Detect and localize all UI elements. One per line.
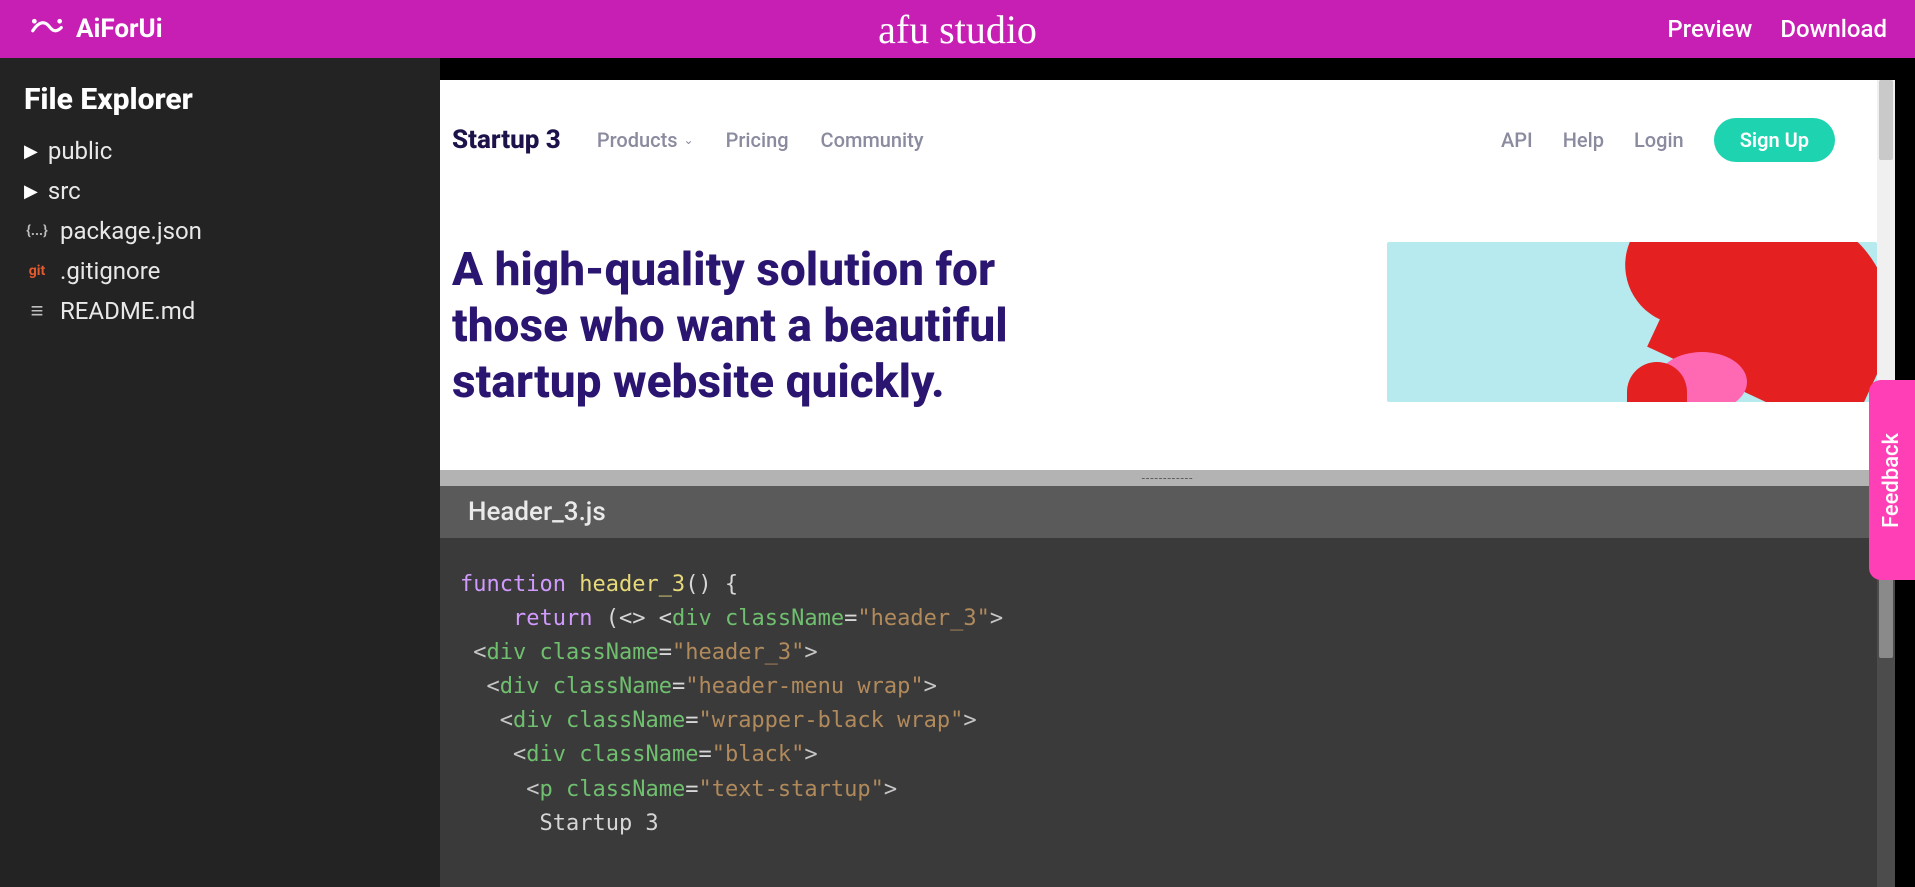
chevron-right-icon: ▶ (24, 141, 38, 162)
file-package-json[interactable]: {...} package.json (24, 211, 416, 251)
preview-menu: Products ⌄ Pricing Community (597, 128, 924, 152)
menu-label: Community (821, 128, 924, 152)
menu-label: Products (597, 128, 678, 152)
editor-scrollbar[interactable] (1877, 538, 1895, 887)
code-block: function header_3() { return (<> <div cl… (460, 568, 1875, 841)
signup-button[interactable]: Sign Up (1714, 118, 1835, 162)
feedback-tab[interactable]: Feedback (1869, 380, 1915, 580)
editor-tab[interactable]: Header_3.js (468, 497, 606, 527)
preview-link[interactable]: Preview (1667, 15, 1752, 43)
brand-icon (28, 12, 66, 47)
file-explorer-title: File Explorer (24, 82, 416, 117)
workspace: Startup 3 Products ⌄ Pricing Community A… (440, 58, 1915, 887)
link-api[interactable]: API (1501, 128, 1533, 152)
main: File Explorer ▶ public ▶ src {...} packa… (0, 58, 1915, 887)
preview-brand[interactable]: Startup 3 (452, 125, 561, 155)
preview-panel: Startup 3 Products ⌄ Pricing Community A… (440, 80, 1895, 470)
editor-tabbar: Header_3.js (440, 486, 1895, 538)
menu-pricing[interactable]: Pricing (726, 128, 789, 152)
folder-label: src (48, 177, 81, 205)
brand[interactable]: AiForUi (28, 12, 163, 47)
markdown-icon: ≡ (24, 298, 50, 324)
menu-label: Pricing (726, 128, 789, 152)
file-explorer: File Explorer ▶ public ▶ src {...} packa… (0, 58, 440, 887)
split-dashes: ------------ (1142, 471, 1194, 485)
chevron-right-icon: ▶ (24, 181, 38, 202)
folder-public[interactable]: ▶ public (24, 131, 416, 171)
preview-right-nav: API Help Login Sign Up (1501, 118, 1835, 162)
file-label: .gitignore (60, 257, 160, 285)
git-icon: git (24, 263, 50, 279)
studio-title: afu studio (878, 6, 1037, 53)
topbar: AiForUi afu studio Preview Download (0, 0, 1915, 58)
file-label: package.json (60, 217, 202, 245)
code-editor[interactable]: function header_3() { return (<> <div cl… (440, 538, 1895, 887)
link-help[interactable]: Help (1563, 128, 1604, 152)
folder-src[interactable]: ▶ src (24, 171, 416, 211)
link-login[interactable]: Login (1634, 128, 1684, 152)
preview-hero: A high-quality solution for those who wa… (440, 162, 1895, 410)
brand-text: AiForUi (76, 14, 163, 44)
file-readme[interactable]: ≡ README.md (24, 291, 416, 331)
feedback-label: Feedback (1880, 432, 1905, 527)
hero-image (1387, 242, 1877, 402)
split-handle[interactable]: ------------ (440, 470, 1895, 486)
topbar-actions: Preview Download (1667, 15, 1887, 43)
preview-scrollbar-thumb[interactable] (1879, 80, 1893, 160)
file-label: README.md (60, 297, 195, 325)
menu-community[interactable]: Community (821, 128, 924, 152)
folder-label: public (48, 137, 112, 165)
download-link[interactable]: Download (1780, 15, 1887, 43)
menu-products[interactable]: Products ⌄ (597, 128, 694, 152)
hero-headline: A high-quality solution for those who wa… (452, 242, 1092, 410)
json-icon: {...} (24, 223, 50, 239)
preview-navbar: Startup 3 Products ⌄ Pricing Community A… (440, 80, 1895, 162)
chevron-down-icon: ⌄ (684, 133, 694, 147)
file-gitignore[interactable]: git .gitignore (24, 251, 416, 291)
